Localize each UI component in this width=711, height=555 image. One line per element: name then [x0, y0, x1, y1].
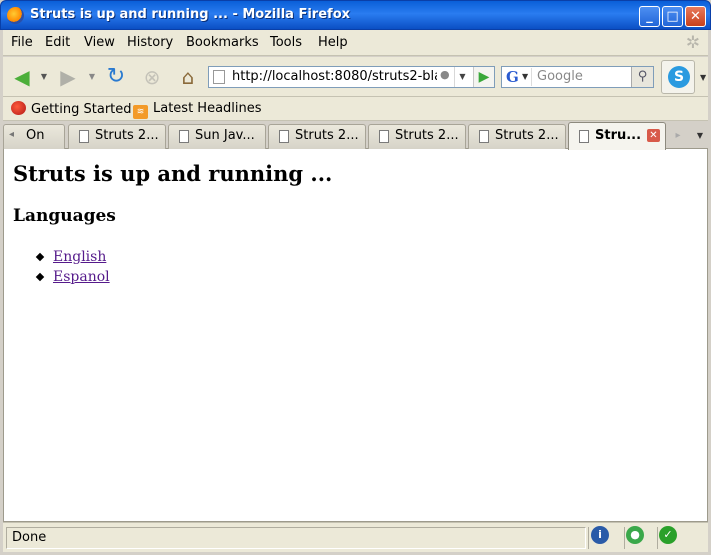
- activity-throbber-icon: ✲: [685, 33, 701, 53]
- skype-toolbar-button[interactable]: S ▼: [661, 60, 706, 94]
- status-text: Done: [6, 527, 586, 549]
- window-title: Struts is up and running ... - Mozilla F…: [30, 7, 351, 22]
- tab-label: On: [26, 128, 45, 143]
- tab-struts-1[interactable]: Struts 2...: [68, 124, 166, 149]
- firefox-logo-icon: [7, 7, 24, 24]
- stop-icon: ⊗: [143, 65, 161, 89]
- tab-label: Struts 2...: [495, 128, 559, 143]
- tab-scroll-right-button[interactable]: ▸: [669, 125, 687, 147]
- google-logo-icon: G: [506, 68, 519, 86]
- status-bar: Done i ● ✓: [3, 522, 708, 552]
- menu-view[interactable]: View: [84, 35, 115, 50]
- magnifier-icon: ⚲: [637, 69, 648, 84]
- tab-scroll-left-icon: ◂: [9, 129, 15, 140]
- tab-struts-3[interactable]: Struts 2...: [368, 124, 466, 149]
- go-button[interactable]: ▶: [473, 67, 494, 87]
- tab-label: Struts 2...: [95, 128, 159, 143]
- back-history-dropdown[interactable]: ▼: [39, 65, 49, 89]
- minimize-icon: _: [646, 9, 653, 24]
- tab-on[interactable]: ◂ On: [3, 124, 65, 149]
- search-engine-selector[interactable]: G ▼: [504, 68, 532, 86]
- reload-button[interactable]: ↻: [103, 65, 129, 89]
- tab-label: Struts 2...: [295, 128, 359, 143]
- stop-button[interactable]: ⊗: [139, 65, 165, 89]
- bullet-icon: [35, 272, 45, 282]
- dropdown-arrow-icon: ▼: [522, 72, 529, 81]
- search-bar[interactable]: G ▼ Google ⚲: [501, 66, 654, 88]
- forward-arrow-icon: ▶: [60, 65, 76, 89]
- title-bar: Struts is up and running ... - Mozilla F…: [0, 0, 711, 30]
- menu-history[interactable]: History: [127, 35, 173, 50]
- address-bar[interactable]: http://localhost:8080/struts2-blank/ ● ▼…: [208, 66, 495, 88]
- tab-struts-2[interactable]: Struts 2...: [268, 124, 366, 149]
- menu-help[interactable]: Help: [318, 35, 348, 50]
- menu-file[interactable]: File: [11, 35, 33, 50]
- url-history-dropdown[interactable]: ▼: [454, 67, 470, 87]
- home-icon: ⌂: [181, 65, 195, 89]
- menu-tools[interactable]: Tools: [270, 35, 302, 50]
- bookmarks-toolbar: Getting Started ≋ Latest Headlines: [3, 97, 708, 121]
- bookmark-getting-started[interactable]: Getting Started: [11, 101, 132, 118]
- home-button[interactable]: ⌂: [175, 65, 201, 89]
- check-icon[interactable]: ✓: [659, 526, 677, 544]
- search-button[interactable]: ⚲: [631, 67, 653, 87]
- page-icon: [213, 70, 225, 84]
- link-espanol[interactable]: Espanol: [53, 269, 110, 285]
- forward-history-dropdown[interactable]: ▼: [87, 65, 97, 89]
- close-tab-icon[interactable]: ✕: [647, 129, 660, 142]
- page-content: Struts is up and running ... Languages E…: [3, 149, 708, 522]
- dropdown-arrow-icon: ▼: [40, 72, 48, 81]
- go-arrow-icon: ▶: [478, 69, 490, 85]
- info-icon[interactable]: i: [591, 526, 609, 544]
- page-icon: [279, 130, 289, 143]
- back-button[interactable]: ◀: [9, 65, 35, 89]
- back-arrow-icon: ◀: [14, 65, 30, 89]
- all-tabs-dropdown[interactable]: ▼: [693, 125, 707, 147]
- url-input[interactable]: http://localhost:8080/struts2-blank/: [232, 69, 437, 84]
- chat-status-icon[interactable]: ●: [626, 526, 644, 544]
- navigation-toolbar: ◀ ▼ ▶ ▼ ↻ ⊗ ⌂ http://localhost:8080/stru…: [3, 57, 708, 97]
- bullet-icon: [35, 252, 45, 262]
- search-input[interactable]: Google: [537, 69, 583, 84]
- rss-feed-icon: ≋: [133, 105, 148, 119]
- tab-label: Struts 2...: [395, 128, 459, 143]
- menu-edit[interactable]: Edit: [45, 35, 70, 50]
- bookmark-label: Getting Started: [31, 102, 132, 117]
- page-icon: [579, 130, 589, 143]
- bookmark-latest-headlines[interactable]: ≋ Latest Headlines: [133, 101, 262, 119]
- minimize-button[interactable]: _: [639, 6, 660, 27]
- skype-icon: S: [668, 66, 690, 88]
- close-icon: ✕: [690, 9, 701, 24]
- site-identity-icon: ●: [440, 68, 450, 81]
- reload-icon: ↻: [106, 64, 126, 89]
- page-icon: [79, 130, 89, 143]
- tab-bar: ◂ On Struts 2... Sun Jav... Struts 2... …: [3, 121, 708, 150]
- dropdown-arrow-icon: ▼: [88, 72, 96, 81]
- menu-bar: File Edit View History Bookmarks Tools H…: [3, 30, 708, 56]
- bookmark-label: Latest Headlines: [153, 101, 262, 116]
- dropdown-arrow-icon: ▼: [696, 131, 704, 140]
- firefox-bookmark-icon: [11, 101, 26, 115]
- maximize-button[interactable]: □: [662, 6, 683, 27]
- tab-sun-java[interactable]: Sun Jav...: [168, 124, 266, 149]
- dropdown-arrow-icon: ▼: [459, 72, 466, 81]
- link-english[interactable]: English: [53, 249, 106, 265]
- menu-bookmarks[interactable]: Bookmarks: [186, 35, 259, 50]
- tab-label: Sun Jav...: [195, 128, 255, 143]
- dropdown-arrow-icon: ▼: [700, 73, 707, 82]
- page-icon: [379, 130, 389, 143]
- maximize-icon: □: [666, 9, 679, 24]
- tab-label: Stru...: [595, 128, 642, 143]
- tab-struts-4[interactable]: Struts 2...: [468, 124, 566, 149]
- forward-button[interactable]: ▶: [55, 65, 81, 89]
- page-icon: [179, 130, 189, 143]
- page-icon: [479, 130, 489, 143]
- close-window-button[interactable]: ✕: [685, 6, 706, 27]
- tab-struts-active[interactable]: Stru... ✕: [568, 122, 666, 150]
- page-heading: Struts is up and running ...: [13, 161, 333, 186]
- languages-heading: Languages: [13, 206, 116, 226]
